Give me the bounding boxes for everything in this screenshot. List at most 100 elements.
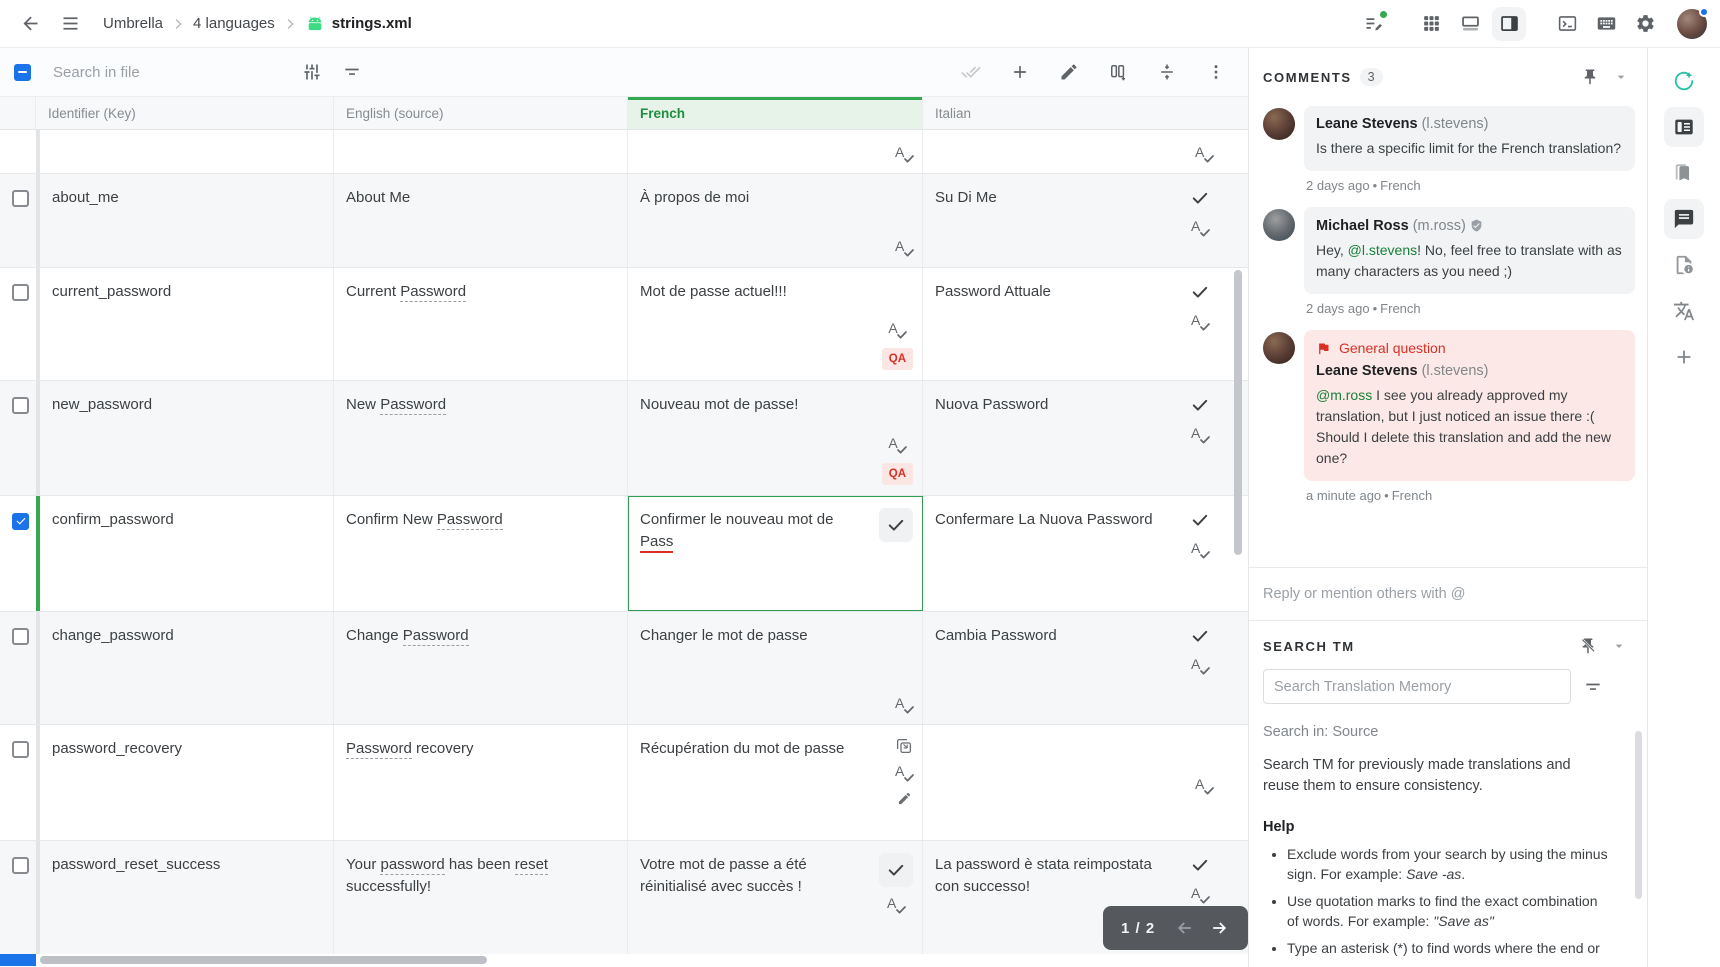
spellcheck-icon[interactable]: A bbox=[1191, 657, 1209, 675]
unpin-search-tm-button[interactable] bbox=[1579, 637, 1597, 655]
column-header-french[interactable]: French bbox=[628, 97, 923, 129]
french-cell[interactable]: Votre mot de passe a été réinitialisé av… bbox=[628, 841, 923, 958]
english-cell[interactable]: New Password bbox=[334, 381, 628, 495]
grid-view-button[interactable] bbox=[1414, 7, 1448, 41]
menu-button[interactable] bbox=[53, 7, 87, 41]
italian-cell[interactable]: A bbox=[923, 725, 1226, 840]
reply-input[interactable] bbox=[1263, 586, 1633, 602]
collapse-search-tm-button[interactable] bbox=[1611, 638, 1627, 654]
spellcheck-icon[interactable]: A bbox=[1195, 145, 1213, 163]
key-cell[interactable]: confirm_password bbox=[36, 496, 334, 611]
spellcheck-icon[interactable]: A bbox=[895, 764, 913, 782]
key-cell[interactable]: new_password bbox=[36, 381, 334, 495]
spellcheck-icon[interactable]: A bbox=[1195, 777, 1213, 795]
approve-translation-button[interactable] bbox=[879, 508, 913, 542]
spellcheck-icon[interactable]: A bbox=[895, 145, 913, 163]
english-cell[interactable]: Current Password bbox=[334, 268, 628, 380]
italian-cell[interactable]: Su Di MeA bbox=[923, 174, 1226, 267]
spellcheck-icon[interactable]: A bbox=[1191, 541, 1209, 559]
qa-badge[interactable]: QA bbox=[882, 463, 913, 485]
approve-translation-button[interactable] bbox=[1187, 280, 1213, 304]
previous-page-button[interactable] bbox=[1172, 915, 1198, 941]
settings-button[interactable] bbox=[1628, 7, 1662, 41]
english-cell[interactable]: Change Password bbox=[334, 612, 628, 724]
keyboard-button[interactable] bbox=[1589, 7, 1623, 41]
more-vert-button[interactable] bbox=[1200, 56, 1232, 88]
key-cell[interactable] bbox=[36, 130, 334, 173]
done-all-button[interactable] bbox=[955, 56, 987, 88]
french-cell[interactable]: Mot de passe actuel!!!AQA bbox=[628, 268, 923, 380]
approve-translation-button[interactable] bbox=[1187, 508, 1213, 532]
avatar[interactable] bbox=[1263, 108, 1295, 140]
spellcheck-icon[interactable]: A bbox=[888, 436, 906, 454]
back-button[interactable] bbox=[13, 7, 47, 41]
search-tm-input[interactable] bbox=[1263, 669, 1571, 704]
approve-translation-button[interactable] bbox=[879, 853, 913, 887]
french-cell[interactable]: Confirmer le nouveau mot de Pass bbox=[628, 496, 923, 611]
italian-cell[interactable]: Password AttualeA bbox=[923, 268, 1226, 380]
layout-right-button[interactable] bbox=[1492, 7, 1526, 41]
vertical-scrollbar-thumb[interactable] bbox=[1234, 270, 1242, 555]
italian-cell[interactable]: A bbox=[923, 130, 1226, 173]
row-checkbox[interactable] bbox=[12, 397, 29, 414]
english-cell[interactable]: Password recovery bbox=[334, 725, 628, 840]
row-checkbox[interactable] bbox=[12, 284, 29, 301]
column-header-english-source[interactable]: English (source) bbox=[334, 97, 628, 129]
italian-cell[interactable]: Confermare La Nuova PasswordA bbox=[923, 496, 1226, 611]
key-cell[interactable]: password_reset_success bbox=[36, 841, 334, 958]
select-all-checkbox[interactable] bbox=[14, 64, 31, 81]
rail-translate-button[interactable] bbox=[1664, 291, 1704, 331]
french-cell[interactable]: Nouveau mot de passe!AQA bbox=[628, 381, 923, 495]
column-header-italian[interactable]: Italian bbox=[923, 97, 1226, 129]
spellcheck-icon[interactable]: A bbox=[895, 239, 913, 257]
avatar[interactable] bbox=[1263, 332, 1295, 364]
horizontal-scrollbar-thumb[interactable] bbox=[40, 956, 487, 964]
column-header-identifier-key[interactable]: Identifier (Key) bbox=[36, 97, 334, 129]
spellcheck-icon[interactable]: A bbox=[887, 896, 905, 914]
tune-filters-button[interactable] bbox=[296, 56, 328, 88]
breadcrumb-file[interactable]: strings.xml bbox=[305, 14, 412, 34]
layout-bottom-button[interactable] bbox=[1453, 7, 1487, 41]
tm-filter-button[interactable] bbox=[1583, 677, 1603, 697]
comment-author[interactable]: Michael Ross (m.ross) bbox=[1316, 217, 1623, 234]
english-cell[interactable]: About Me bbox=[334, 174, 628, 267]
key-cell[interactable]: change_password bbox=[36, 612, 334, 724]
add-button[interactable] bbox=[1004, 56, 1036, 88]
approve-translation-button[interactable] bbox=[1187, 186, 1213, 210]
copy-source-icon[interactable] bbox=[895, 737, 913, 755]
french-cell[interactable]: Changer le mot de passeA bbox=[628, 612, 923, 724]
french-cell[interactable]: À propos de moiA bbox=[628, 174, 923, 267]
rail-ai-assistant-button[interactable] bbox=[1664, 61, 1704, 101]
tm-scrollbar-thumb[interactable] bbox=[1635, 731, 1642, 899]
italian-cell[interactable]: Cambia PasswordA bbox=[923, 612, 1226, 724]
collapse-rows-button[interactable] bbox=[1151, 56, 1183, 88]
approve-translation-button[interactable] bbox=[1187, 624, 1213, 648]
terminal-button[interactable] bbox=[1550, 7, 1584, 41]
rail-comments-button[interactable] bbox=[1664, 199, 1704, 239]
avatar[interactable] bbox=[1263, 209, 1295, 241]
user-avatar[interactable] bbox=[1677, 9, 1707, 39]
pin-comments-button[interactable] bbox=[1581, 68, 1599, 86]
collapse-comments-button[interactable] bbox=[1613, 69, 1629, 85]
breadcrumb-project[interactable]: Umbrella bbox=[103, 15, 163, 32]
add-columns-button[interactable] bbox=[1102, 56, 1134, 88]
approve-translation-button[interactable] bbox=[1187, 853, 1213, 877]
french-cell[interactable]: Récupération du mot de passeA bbox=[628, 725, 923, 840]
rail-document-info-button[interactable] bbox=[1664, 245, 1704, 285]
rail-glossary-button[interactable] bbox=[1664, 153, 1704, 193]
row-checkbox[interactable] bbox=[12, 857, 29, 874]
next-page-button[interactable] bbox=[1206, 915, 1232, 941]
comment-author[interactable]: Leane Stevens (l.stevens) bbox=[1316, 116, 1623, 132]
spellcheck-icon[interactable]: A bbox=[1191, 313, 1209, 331]
comment-author[interactable]: Leane Stevens (l.stevens) bbox=[1316, 363, 1623, 379]
breadcrumb-languages[interactable]: 4 languages bbox=[193, 15, 275, 32]
key-cell[interactable]: about_me bbox=[36, 174, 334, 267]
row-checkbox[interactable] bbox=[12, 513, 29, 530]
spellcheck-icon[interactable]: A bbox=[888, 321, 906, 339]
tasks-button[interactable] bbox=[1356, 7, 1390, 41]
search-in-file-input[interactable] bbox=[53, 64, 268, 81]
qa-badge[interactable]: QA bbox=[882, 348, 913, 370]
rail-reader-panel-button[interactable] bbox=[1664, 107, 1704, 147]
spellcheck-icon[interactable]: A bbox=[1191, 426, 1209, 444]
key-cell[interactable]: current_password bbox=[36, 268, 334, 380]
